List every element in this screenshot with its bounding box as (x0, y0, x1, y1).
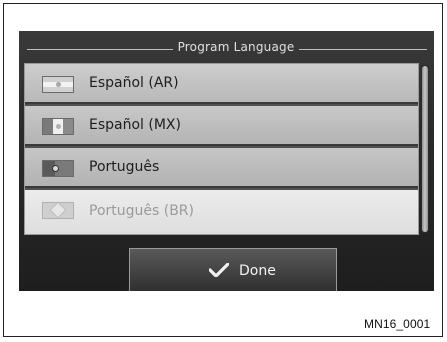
language-item-portugues[interactable]: Português (25, 148, 418, 188)
dialog-header: Program Language (19, 39, 434, 59)
language-label: Português (89, 159, 160, 175)
scrollbar-thumb[interactable] (422, 66, 428, 232)
device-screen: Program Language Español (AR) Español (M… (19, 31, 434, 291)
header-divider-left (27, 49, 173, 50)
language-label: Português (BR) (89, 203, 194, 219)
argentina-flag-icon (42, 76, 74, 93)
figure-frame: Program Language Español (AR) Español (M… (3, 3, 443, 337)
language-label: Español (AR) (89, 75, 179, 91)
language-item-espanol-mx[interactable]: Español (MX) (25, 106, 418, 146)
language-label: Español (MX) (89, 117, 181, 133)
portugal-flag-icon (42, 160, 74, 177)
figure-caption: MN16_0001 (364, 317, 431, 331)
header-divider-right (299, 49, 427, 50)
mexico-flag-icon (42, 118, 74, 135)
language-item-espanol-ar[interactable]: Español (AR) (25, 64, 418, 104)
done-button[interactable]: Done (129, 248, 337, 291)
done-label: Done (239, 263, 276, 279)
language-item-portugues-br[interactable]: Português (BR) (25, 190, 418, 234)
language-list: Español (AR) Español (MX) Português Port… (24, 63, 419, 235)
dialog-title: Program Language (177, 40, 295, 54)
checkmark-icon (209, 263, 229, 277)
brazil-flag-icon (42, 202, 74, 219)
list-scrollbar[interactable] (421, 65, 429, 233)
